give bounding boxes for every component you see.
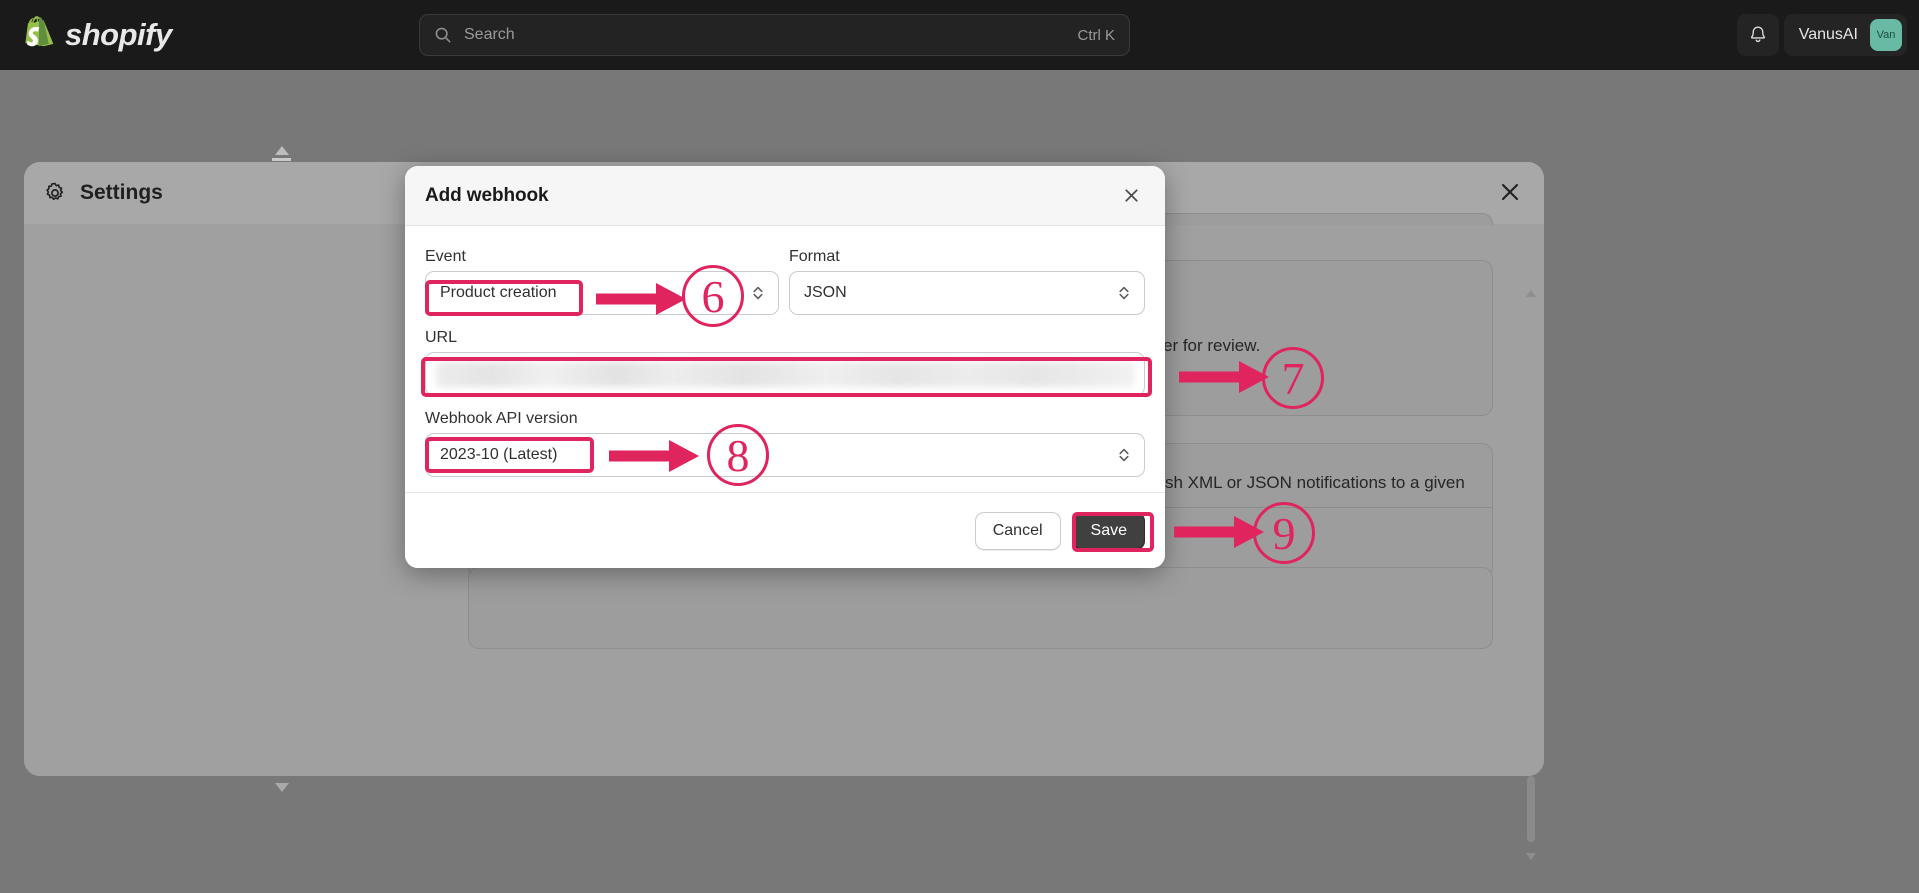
global-search-bar[interactable]: Search Ctrl K xyxy=(419,14,1130,56)
background-text-review: er for review. xyxy=(1163,336,1261,355)
event-format-row: Event Product creation Format JSON xyxy=(425,248,1145,315)
background-divider xyxy=(1165,507,1493,508)
brand-wordmark: shopify xyxy=(65,17,172,52)
scrollbar-up-icon[interactable] xyxy=(1526,290,1536,297)
scrollbar-thumb[interactable] xyxy=(1527,776,1535,842)
event-select[interactable]: Product creation xyxy=(425,271,779,315)
format-label: Format xyxy=(789,248,840,265)
close-icon xyxy=(1124,189,1138,202)
format-field: Format JSON xyxy=(789,248,1145,315)
scrollbar-down-icon[interactable] xyxy=(1526,853,1536,860)
event-label: Event xyxy=(425,248,466,265)
chevron-updown-icon xyxy=(1119,286,1129,300)
api-version-label: Webhook API version xyxy=(425,410,578,427)
format-select-value: JSON xyxy=(804,284,847,301)
gear-icon xyxy=(46,182,64,201)
modal-header: Add webhook xyxy=(405,166,1165,226)
notifications-button[interactable] xyxy=(1737,14,1779,56)
api-version-field: Webhook API version 2023-10 (Latest) xyxy=(425,410,1145,477)
search-shortcut-hint: Ctrl K xyxy=(1077,26,1116,44)
modal-close-button[interactable] xyxy=(1117,182,1145,210)
top-navigation-bar: shopify Search Ctrl K VanusAI Van xyxy=(0,0,1919,70)
url-redacted-value xyxy=(436,362,1134,387)
url-label: URL xyxy=(425,329,458,346)
api-version-select[interactable]: 2023-10 (Latest) xyxy=(425,433,1145,477)
search-input[interactable]: Search xyxy=(464,26,1078,44)
event-field: Event Product creation xyxy=(425,248,779,315)
shopify-bag-icon xyxy=(25,16,54,47)
background-text-push: sh XML or JSON notifications to a given xyxy=(1165,473,1465,492)
bell-icon xyxy=(1750,26,1766,43)
avatar: Van xyxy=(1870,19,1902,51)
modal-body: Event Product creation Format JSON URL W… xyxy=(405,226,1165,493)
url-input[interactable] xyxy=(425,352,1145,396)
settings-scrollbar[interactable] xyxy=(1526,290,1536,860)
scroll-down-arrow-icon[interactable] xyxy=(275,783,289,792)
user-name-label: VanusAI xyxy=(1798,26,1858,43)
event-select-value: Product creation xyxy=(440,284,557,301)
url-field: URL xyxy=(425,329,1145,396)
user-menu-button[interactable]: VanusAI Van xyxy=(1783,14,1907,56)
scroll-up-arrow-icon[interactable] xyxy=(275,146,289,155)
format-select[interactable]: JSON xyxy=(789,271,1145,315)
add-webhook-modal: Add webhook Event Product creation Forma… xyxy=(405,166,1165,568)
close-icon[interactable] xyxy=(1498,180,1522,204)
search-icon xyxy=(435,27,451,43)
shopify-brand[interactable]: shopify xyxy=(22,16,172,54)
page-title: Settings xyxy=(80,181,163,204)
cancel-button[interactable]: Cancel xyxy=(974,511,1061,550)
background-card-bottom xyxy=(468,567,1493,649)
scroll-track-top xyxy=(272,158,291,161)
save-button[interactable]: Save xyxy=(1072,511,1145,550)
modal-title: Add webhook xyxy=(425,184,549,206)
api-version-select-value: 2023-10 (Latest) xyxy=(440,446,558,463)
chevron-updown-icon xyxy=(753,286,763,300)
modal-footer: Cancel Save xyxy=(405,492,1165,568)
chevron-updown-icon xyxy=(1119,448,1129,462)
